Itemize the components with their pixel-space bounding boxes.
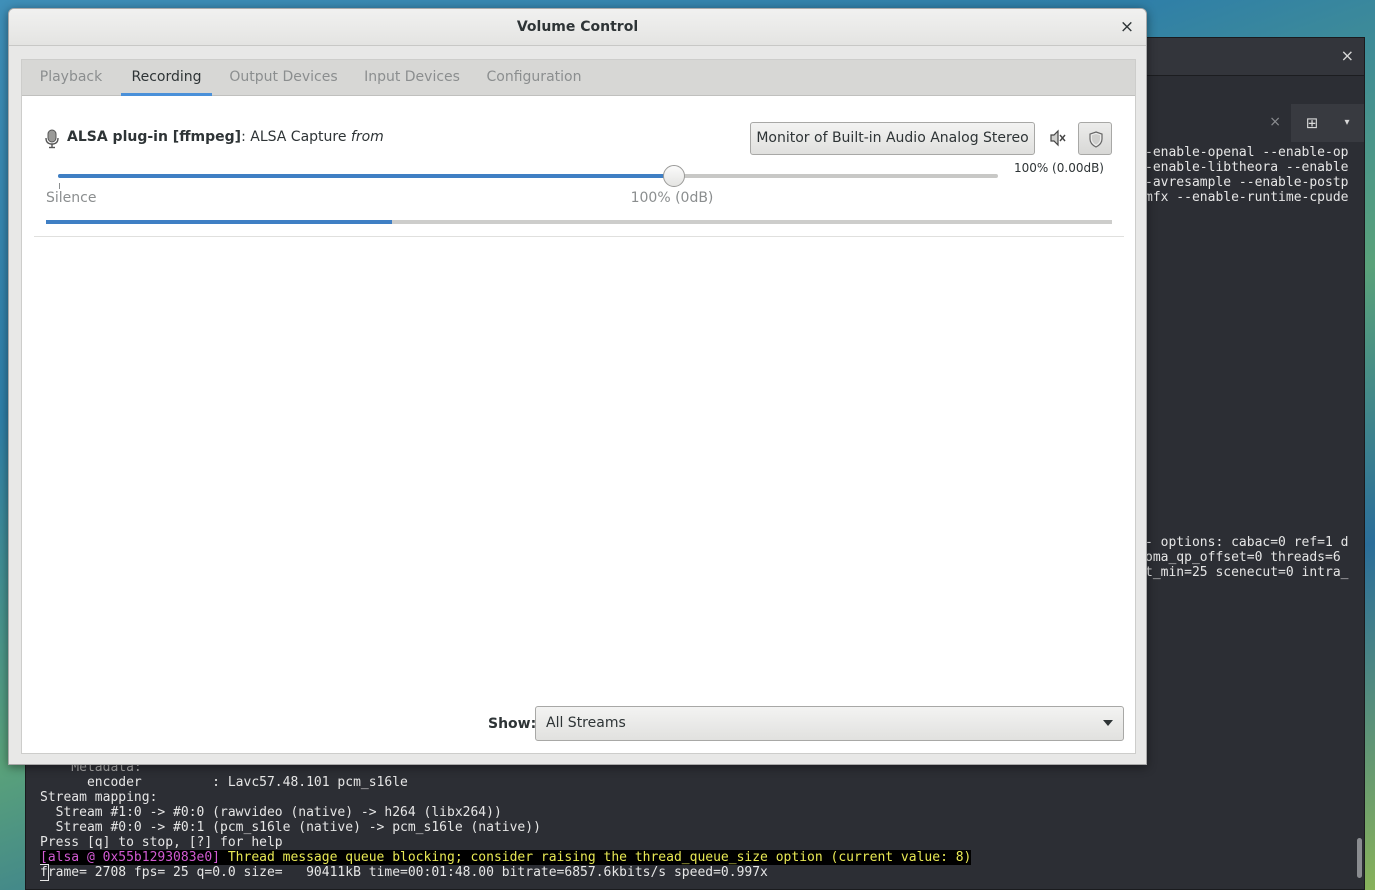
lock-shield-icon [1089, 131, 1103, 148]
tab-bar: Playback Recording Output Devices Input … [22, 60, 1135, 96]
terminal-cursor: f [40, 864, 49, 881]
terminal-line: -enable-libtheora --enable [1145, 160, 1349, 175]
tab-recording[interactable]: Recording [121, 60, 212, 96]
progress-text: rame= 2708 fps= 25 q=0.0 size= 90411kB t… [47, 865, 768, 880]
microphone-icon [45, 129, 59, 149]
volume-slider-handle[interactable] [663, 165, 685, 187]
chevron-down-icon [1103, 720, 1113, 726]
terminal-line: oma_qp_offset=0 threads=6 [1145, 550, 1349, 565]
terminal-line: encoder : Lavc57.48.101 pcm_s16le [40, 775, 408, 790]
volume-slider-trough[interactable] [58, 174, 998, 178]
silence-label: Silence [46, 190, 97, 206]
peak-meter-fill [46, 220, 392, 224]
terminal-line: Stream #1:0 -> #0:0 (rawvideo (native) -… [40, 805, 502, 820]
terminal-scrollbar[interactable] [1357, 838, 1362, 878]
terminal-line: Stream mapping: [40, 790, 158, 805]
terminal-line: t_min=25 scenecut=0 intra_ [1145, 565, 1349, 580]
warning-address: [alsa @ 0x55b1293083e0] [40, 850, 221, 865]
terminal-line: Press [q] to stop, [?] for help [40, 835, 283, 850]
terminal-line: Stream #0:0 -> #0:1 (pcm_s16le (native) … [40, 820, 541, 835]
silence-tick [59, 183, 60, 189]
terminal-line: - options: cabac=0 ref=1 d [1145, 535, 1349, 550]
terminal-warning-line: [alsa @ 0x55b1293083e0] Thread message q… [40, 850, 972, 865]
dialog-title: Volume Control [516, 19, 639, 35]
stream-label: ALSA plug-in [ffmpeg]: ALSA Capture from [67, 128, 384, 146]
new-tab-icon[interactable]: ⊞ [1294, 104, 1330, 142]
warning-message: Thread message queue blocking; consider … [220, 850, 972, 865]
terminal-menu-icon[interactable]: ▾ [1332, 104, 1362, 142]
hundred-percent-label: 100% (0dB) [630, 190, 714, 206]
terminal-line: mfx --enable-runtime-cpude [1145, 190, 1349, 205]
terminal-tab[interactable]: × [1136, 104, 1291, 142]
terminal-progress-line: frame= 2708 fps= 25 q=0.0 size= 90411kB … [40, 864, 768, 881]
tab-configuration[interactable]: Configuration [480, 60, 588, 96]
peak-meter [46, 220, 1112, 224]
stream-description: ALSA Capture [250, 129, 351, 145]
volume-readout: 100% (0.00dB) [1013, 161, 1104, 175]
device-select-button[interactable]: Monitor of Built-in Audio Analog Stereo [750, 122, 1035, 155]
tab-notebook: Playback Recording Output Devices Input … [21, 59, 1136, 754]
show-filter-value: All Streams [546, 715, 626, 731]
stream-separator: : [241, 129, 251, 145]
dialog-titlebar[interactable]: Volume Control × [9, 9, 1146, 46]
volume-control-dialog: Volume Control × Playback Recording Outp… [8, 8, 1147, 765]
volume-slider-fill [58, 174, 674, 178]
stream-separator-line [34, 236, 1124, 237]
terminal-line: -enable-openal --enable-op [1145, 145, 1349, 160]
stream-from-label: from [350, 129, 384, 145]
tab-output-devices[interactable]: Output Devices [224, 60, 343, 96]
tab-playback[interactable]: Playback [33, 60, 109, 96]
terminal-line: -avresample --enable-postp [1145, 175, 1349, 190]
dialog-close-icon[interactable]: × [1118, 17, 1136, 37]
stream-name: ALSA plug-in [ffmpeg] [67, 129, 242, 145]
show-filter-dropdown[interactable]: All Streams [535, 706, 1124, 741]
show-label: Show: [488, 716, 537, 732]
lock-channels-button[interactable] [1078, 122, 1112, 155]
tab-input-devices[interactable]: Input Devices [358, 60, 466, 96]
terminal-tab-close-icon[interactable]: × [1269, 114, 1281, 130]
speaker-mute-icon[interactable] [1048, 128, 1068, 148]
terminal-close-icon[interactable]: × [1341, 47, 1354, 65]
